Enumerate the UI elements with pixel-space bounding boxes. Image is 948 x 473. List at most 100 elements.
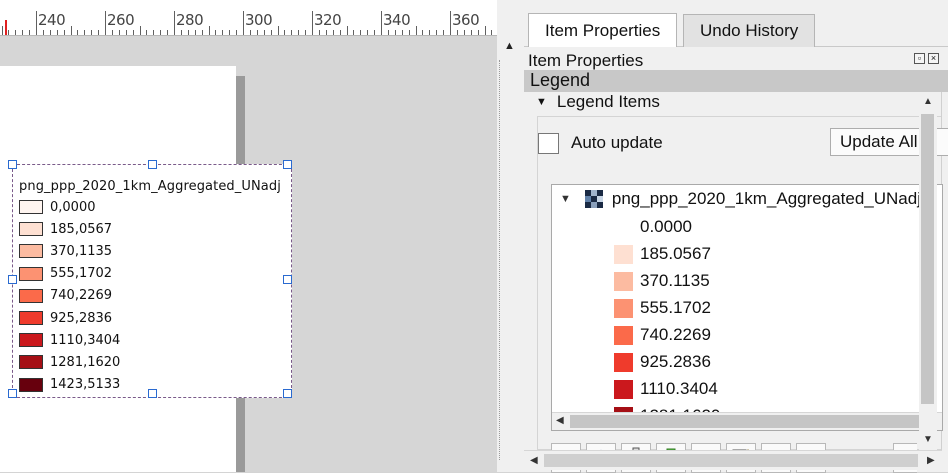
ruler-tick — [409, 30, 410, 35]
ruler-tick — [160, 30, 161, 35]
ruler-tick — [91, 30, 92, 35]
properties-horizontal-scrollbar[interactable]: ◀ ▶ — [524, 450, 942, 470]
tree-entry-swatch — [614, 379, 633, 399]
float-panel-icon[interactable]: ▫ — [914, 53, 925, 64]
auto-update-row[interactable]: Auto update — [538, 131, 663, 155]
tab-item-properties[interactable]: Item Properties — [528, 13, 678, 47]
tree-entry-label: 0.0000 — [640, 217, 692, 236]
tree-entry-swatch — [614, 298, 633, 318]
legend-swatch — [19, 244, 43, 259]
scrollbar-thumb[interactable] — [544, 454, 918, 467]
resize-handle[interactable] — [8, 160, 17, 169]
ruler-tick — [236, 30, 237, 35]
legend-item[interactable]: png_ppp_2020_1km_Aggregated_UNadj 0,0000… — [8, 160, 292, 398]
resize-handle[interactable] — [283, 389, 292, 398]
resize-handle[interactable] — [148, 160, 157, 169]
ruler-tick — [312, 11, 313, 35]
tree-entry-swatch — [614, 244, 633, 264]
legend-items-section-header[interactable]: ▼ Legend Items — [536, 92, 660, 112]
ruler-tick — [360, 30, 361, 35]
tree-entry-label: 1110.3404 — [640, 379, 718, 398]
ruler-tick — [77, 30, 78, 35]
ruler-tick — [71, 26, 72, 35]
scroll-up-arrow-icon[interactable]: ▲ — [504, 40, 515, 52]
tree-entry-swatch — [614, 352, 633, 372]
legend-entry: 1110,3404 — [19, 332, 120, 348]
scroll-right-arrow-icon[interactable]: ▶ — [927, 455, 935, 466]
item-properties-dock: Item Properties Undo History Item Proper… — [524, 0, 948, 473]
legend-entry: 185,0567 — [19, 221, 112, 237]
legend-title: png_ppp_2020_1km_Aggregated_UNadj — [19, 179, 281, 194]
tab-undo-history[interactable]: Undo History — [683, 14, 816, 47]
legend-swatch — [19, 333, 43, 348]
ruler-tick — [464, 30, 465, 35]
splitter-grip[interactable] — [499, 60, 500, 460]
scroll-left-arrow-icon[interactable]: ◀ — [530, 455, 538, 466]
ruler-label: 260 — [107, 11, 135, 29]
ruler-tick — [326, 30, 327, 35]
group-title: Legend — [530, 70, 591, 90]
resize-handle[interactable] — [283, 275, 292, 284]
expand-triangle-icon[interactable]: ▼ — [560, 193, 571, 205]
ruler-tick — [443, 30, 444, 35]
tree-legend-entry[interactable]: 0.0000 — [614, 217, 692, 237]
legend-entry-label: 370,1135 — [50, 243, 113, 259]
section-title: Legend Items — [556, 92, 660, 111]
scrollbar-thumb[interactable] — [570, 415, 922, 428]
scrollbar-thumb[interactable] — [921, 114, 934, 404]
auto-update-checkbox[interactable] — [538, 132, 559, 154]
ruler-tick — [22, 30, 23, 35]
tree-entry-label: 925.2836 — [640, 352, 711, 371]
ruler-label: 340 — [383, 11, 411, 29]
close-panel-icon[interactable]: × — [928, 53, 939, 64]
legend-entry: 0,0000 — [19, 199, 96, 215]
dock-splitter[interactable]: ▲ — [497, 0, 524, 472]
resize-handle[interactable] — [8, 275, 17, 284]
panel-title: Item Properties — [528, 51, 644, 70]
dock-tab-bar: Item Properties Undo History — [524, 0, 948, 47]
legend-entry: 1281,1620 — [19, 354, 120, 370]
tree-legend-entry[interactable]: 555.1702 — [614, 298, 711, 318]
legend-entry-label: 1423,5133 — [50, 377, 121, 393]
resize-handle[interactable] — [283, 160, 292, 169]
ruler-tick — [209, 26, 210, 35]
legend-entry: 370,1135 — [19, 243, 112, 259]
properties-vertical-scrollbar[interactable]: ▲ ▼ — [919, 92, 937, 450]
legend-entry: 555,1702 — [19, 266, 112, 282]
ruler-tick — [188, 30, 189, 35]
ruler-tick — [298, 30, 299, 35]
ruler-tick — [250, 30, 251, 35]
ruler-tick — [174, 11, 175, 35]
tree-legend-entry[interactable]: 1110.3404 — [614, 379, 718, 399]
tree-legend-entry[interactable]: 925.2836 — [614, 352, 711, 372]
resize-handle[interactable] — [8, 389, 17, 398]
tree-legend-entry[interactable]: 740.2269 — [614, 325, 711, 345]
ruler-tick — [126, 30, 127, 35]
ruler-tick — [257, 30, 258, 35]
tree-legend-entry[interactable]: 185.0567 — [614, 244, 711, 264]
ruler-label: 360 — [452, 11, 480, 29]
ruler-tick — [215, 30, 216, 35]
legend-tree[interactable]: ▼ png_ppp_2020_1km_Aggregated_UNadj 0.00… — [551, 184, 943, 431]
legend-group-bar[interactable]: Legend — [524, 70, 948, 92]
legend-entry: 925,2836 — [19, 310, 112, 326]
scroll-down-arrow-icon[interactable]: ▼ — [923, 434, 933, 445]
resize-handle[interactable] — [148, 389, 157, 398]
layer-tree-row[interactable]: ▼ png_ppp_2020_1km_Aggregated_UNadj — [552, 188, 921, 210]
collapse-triangle-icon[interactable]: ▼ — [536, 96, 547, 108]
legend-swatch — [19, 222, 43, 237]
legend-items-group: Auto update Update All ▼ png_ppp_2020_1k… — [537, 116, 948, 473]
legend-swatch — [19, 311, 43, 325]
ruler-tick — [271, 30, 272, 35]
ruler-tick — [450, 11, 451, 35]
ruler-label: 240 — [38, 11, 66, 29]
scroll-up-arrow-icon[interactable]: ▲ — [923, 96, 933, 107]
ruler-tick — [485, 26, 486, 35]
legend-entry-label: 740,2269 — [50, 288, 113, 304]
tree-horizontal-scrollbar[interactable]: ◀ ▶ — [552, 412, 942, 430]
tree-legend-entry[interactable]: 370.1135 — [614, 271, 710, 291]
legend-swatch — [19, 266, 43, 281]
scroll-left-arrow-icon[interactable]: ◀ — [556, 415, 564, 426]
ruler-tick — [457, 30, 458, 35]
ruler-tick — [388, 30, 389, 35]
